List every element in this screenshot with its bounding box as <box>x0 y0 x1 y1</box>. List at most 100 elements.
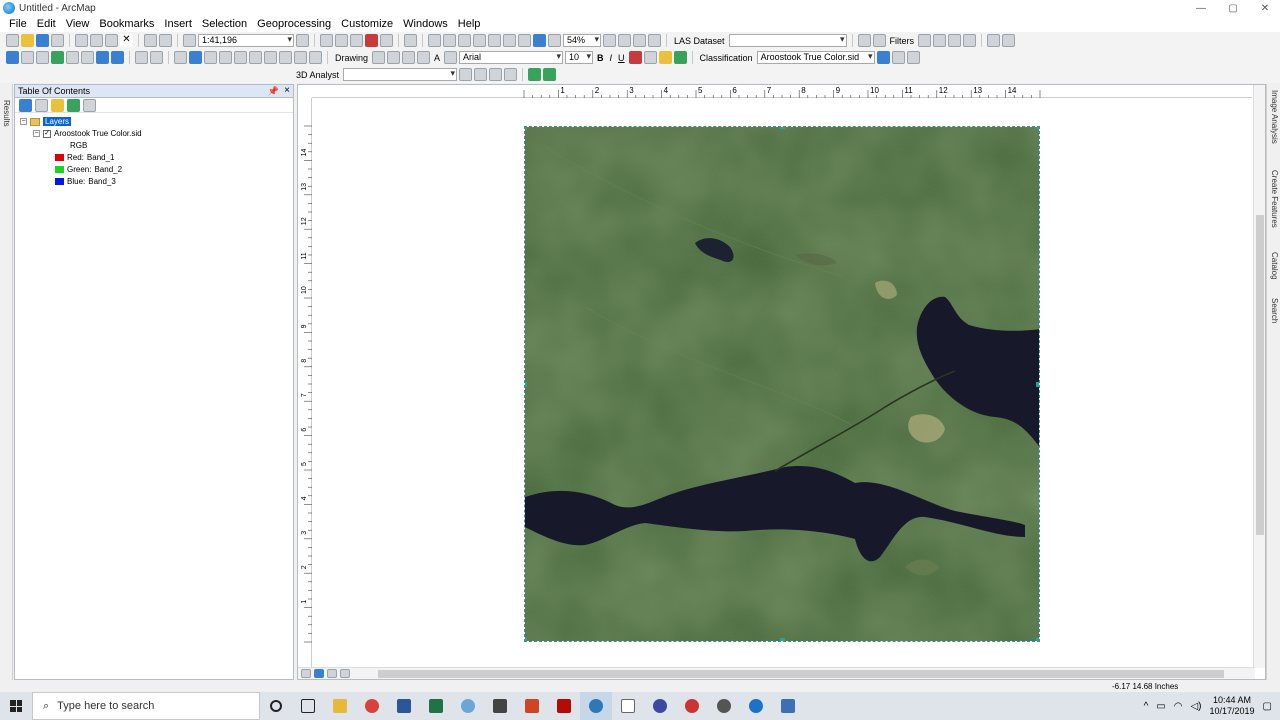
undo-icon[interactable] <box>144 34 157 47</box>
catalog-window-icon[interactable] <box>335 34 348 47</box>
profile-graph-icon[interactable] <box>504 68 518 81</box>
zoom-100-icon[interactable] <box>488 34 501 47</box>
resize-handle-w[interactable] <box>525 382 527 387</box>
layers-label[interactable]: Layers <box>43 117 72 126</box>
down-icon[interactable] <box>963 34 977 47</box>
classification-dropdown[interactable]: Classification <box>698 53 755 63</box>
minimize-button[interactable]: — <box>1184 0 1218 16</box>
zoom-in-icon[interactable] <box>6 51 19 64</box>
file-explorer-icon[interactable] <box>324 692 356 720</box>
horizontal-scrollbar[interactable] <box>298 667 1255 679</box>
font-size-combo[interactable]: 10 <box>565 51 594 64</box>
powerpoint-icon[interactable] <box>516 692 548 720</box>
previous-extent-icon[interactable] <box>503 34 516 47</box>
fixed-zoom-in-icon[interactable] <box>66 51 79 64</box>
task-view-button[interactable] <box>292 692 324 720</box>
new-document-icon[interactable] <box>6 34 19 47</box>
delete-icon[interactable]: ✕ <box>120 34 133 47</box>
band-blue[interactable]: Blue: Band_3 <box>55 177 116 186</box>
list-by-selection-icon[interactable] <box>67 98 80 112</box>
acrobat-icon[interactable] <box>548 692 580 720</box>
go-forward-icon[interactable] <box>111 51 124 64</box>
create-viewer-icon[interactable] <box>309 51 322 64</box>
resize-handle-n[interactable] <box>780 127 785 129</box>
layout-zoom-combo[interactable]: 54% <box>563 34 601 47</box>
las-layer-combo[interactable] <box>728 34 847 47</box>
editor-toolbar-icon[interactable] <box>296 34 309 47</box>
notepad-icon[interactable] <box>612 692 644 720</box>
font-color-icon[interactable] <box>628 51 642 64</box>
change-layout-icon[interactable] <box>603 34 616 47</box>
menu-windows[interactable]: Windows <box>398 18 453 30</box>
maximize-button[interactable]: ▢ <box>1216 0 1250 16</box>
font-combo[interactable]: Arial <box>459 51 564 64</box>
create-features-tab[interactable]: Create Features <box>1270 170 1279 228</box>
fixed-zoom-out-icon[interactable] <box>81 51 94 64</box>
app-icon-2[interactable] <box>676 692 708 720</box>
model-builder-icon[interactable] <box>404 34 417 47</box>
excel-icon[interactable] <box>420 692 452 720</box>
arctoolbox-icon[interactable] <box>365 34 378 47</box>
vertical-scroll-thumb[interactable] <box>1256 215 1264 535</box>
fill-color-icon[interactable] <box>643 51 657 64</box>
list-by-source-icon[interactable] <box>35 98 48 112</box>
create-signature-icon[interactable] <box>906 51 920 64</box>
print-icon[interactable] <box>51 34 64 47</box>
identify-icon[interactable] <box>189 51 202 64</box>
resize-handle-e[interactable] <box>1036 382 1039 387</box>
wifi-icon[interactable]: ◠ <box>1174 701 1183 712</box>
toc-options-icon[interactable] <box>83 98 96 112</box>
full-extent-icon[interactable] <box>51 51 64 64</box>
menu-view[interactable]: View <box>61 18 95 30</box>
zoom-in-fixed-icon[interactable] <box>428 34 441 47</box>
green-swatch[interactable] <box>55 166 64 173</box>
app-icon-5[interactable] <box>772 692 804 720</box>
paint-icon[interactable] <box>452 692 484 720</box>
text-tool-button[interactable]: A <box>432 53 442 63</box>
edit-vertices-icon[interactable] <box>444 51 458 64</box>
menu-selection[interactable]: Selection <box>197 18 252 30</box>
results-tab[interactable]: Results <box>2 100 11 127</box>
redo-icon[interactable] <box>159 34 172 47</box>
band-green[interactable]: Green: Band_2 <box>55 165 122 174</box>
arcscene-icon[interactable] <box>528 68 542 81</box>
collapse-icon[interactable]: − <box>33 130 40 137</box>
bold-button[interactable]: B <box>595 53 606 63</box>
layout-view[interactable]: 1 2 3 4 5 6 7 8 9 10 11 12 13 14 14 13 12 11 10 9 8 7 6 5 4 3 2 1 <box>297 84 1266 680</box>
zoom-whole-page-icon[interactable] <box>473 34 486 47</box>
blue-swatch[interactable] <box>55 178 64 185</box>
calculator-icon[interactable] <box>484 692 516 720</box>
chrome-icon[interactable] <box>356 692 388 720</box>
layers-node[interactable]: − Layers <box>20 117 72 126</box>
arcglobe-icon[interactable] <box>543 68 557 81</box>
line-of-sight-icon[interactable] <box>489 68 503 81</box>
collapse-icon[interactable]: − <box>20 118 27 125</box>
search-window-icon[interactable] <box>350 34 363 47</box>
app-icon-1[interactable] <box>644 692 676 720</box>
taskbar-search[interactable]: ⌕ Type here to search <box>32 692 260 720</box>
pan-page-icon[interactable] <box>458 34 471 47</box>
start-button[interactable] <box>0 692 32 720</box>
save-icon[interactable] <box>36 34 49 47</box>
layout-view-icon[interactable] <box>633 34 646 47</box>
find-icon[interactable] <box>249 51 262 64</box>
time-slider-icon[interactable] <box>294 51 307 64</box>
band-red[interactable]: Red: Band_1 <box>55 153 115 162</box>
layer-name[interactable]: Aroostook True Color.sid <box>54 129 142 138</box>
layer-visibility-checkbox[interactable]: ✓ <box>43 129 51 138</box>
training-sample-manager-icon[interactable] <box>876 51 890 64</box>
app-icon-4[interactable] <box>740 692 772 720</box>
forward-icon[interactable] <box>933 34 947 47</box>
image-analysis-tab[interactable]: Image Analysis <box>1270 90 1279 144</box>
marker-color-icon[interactable] <box>673 51 687 64</box>
catalog-tab[interactable]: Catalog <box>1270 252 1279 280</box>
contour-icon[interactable] <box>459 68 473 81</box>
menu-bookmarks[interactable]: Bookmarks <box>94 18 159 30</box>
profile-view-icon[interactable] <box>987 34 1001 47</box>
steepest-path-icon[interactable] <box>474 68 488 81</box>
menu-customize[interactable]: Customize <box>336 18 398 30</box>
classification-layer-combo[interactable]: Aroostook True Color.sid <box>756 51 875 64</box>
chevron-up-icon[interactable]: ^ <box>1144 701 1149 712</box>
add-data-icon[interactable] <box>183 34 196 47</box>
red-swatch[interactable] <box>55 154 64 161</box>
